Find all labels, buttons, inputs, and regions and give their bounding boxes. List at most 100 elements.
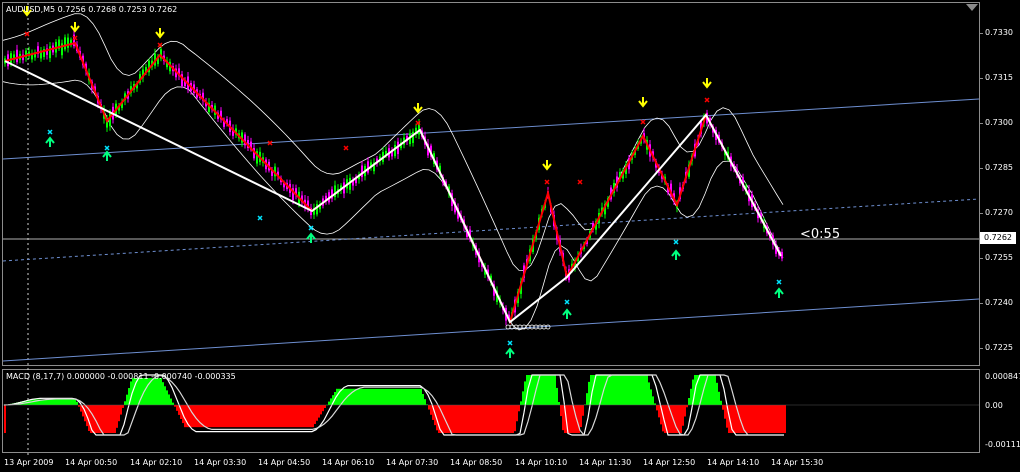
macd-histogram-bar: [580, 405, 582, 428]
macd-histogram-bar: [96, 405, 98, 433]
chart-shift-icon[interactable]: [966, 4, 978, 11]
macd-histogram-bar: [174, 405, 176, 407]
macd-histogram-bar: [384, 388, 386, 405]
buy-arrow-icon: [102, 150, 112, 161]
macd-histogram-bar: [296, 405, 298, 428]
macd-histogram-bar: [48, 399, 50, 405]
bottom-dot: [545, 324, 551, 330]
macd-histogram-bar: [542, 375, 544, 405]
macd-histogram-bar: [46, 399, 48, 405]
macd-histogram-bar: [376, 388, 378, 405]
price-bars: [4, 30, 783, 326]
macd-histogram-bar: [198, 405, 200, 428]
macd-histogram-bar: [612, 375, 614, 405]
macd-histogram-bar: [620, 375, 622, 405]
macd-histogram-bar: [362, 388, 364, 405]
chart-window: AUDUSD,M5 0.7256 0.7268 0.7253 0.7262 <0…: [0, 0, 1020, 472]
macd-histogram-bar: [452, 405, 454, 433]
macd-histogram-bar: [680, 405, 682, 433]
macd-histogram-bar: [484, 405, 486, 433]
macd-histogram-bar: [658, 405, 660, 418]
macd-histogram-bar: [546, 375, 548, 405]
macd-scale[interactable]: 0.000847 0.00 -0.00111: [980, 369, 1020, 453]
price-bar-body: [64, 37, 66, 50]
time-label: 14 Apr 15:30: [771, 458, 824, 467]
macd-histogram-bar: [776, 405, 778, 433]
price-bar-body: [49, 46, 51, 59]
macd-histogram-bar: [502, 405, 504, 433]
price-bar-body: [394, 144, 396, 157]
top-marker-icon: [640, 119, 646, 125]
macd-histogram-bar: [634, 375, 636, 405]
macd-histogram-bar: [760, 405, 762, 433]
macd-histogram-bar: [212, 405, 214, 428]
macd-histogram-bar: [714, 375, 716, 405]
macd-histogram-bar: [284, 405, 286, 428]
macd-histogram-bar: [638, 375, 640, 405]
macd-histogram-bar: [724, 405, 726, 419]
macd-histogram-bar: [716, 382, 718, 405]
bottom-marker-icon: [257, 215, 263, 221]
price-tick: 0.7240: [985, 298, 1013, 307]
macd-histogram-bar: [370, 388, 372, 405]
macd-histogram-bar: [758, 405, 760, 433]
price-tick: 0.7225: [985, 343, 1013, 352]
top-marker-icon: [544, 179, 550, 185]
macd-histogram-bar: [366, 388, 368, 405]
macd-histogram-bar: [122, 405, 124, 408]
macd-histogram-bar: [510, 405, 512, 433]
macd-histogram-bar: [108, 405, 110, 433]
macd-histogram-bar: [560, 405, 562, 417]
macd-histogram-bar: [682, 405, 684, 426]
bottom-marker-icon: [47, 129, 53, 135]
macd-histogram-bar: [498, 405, 500, 433]
price-tick: 0.7255: [985, 253, 1013, 262]
macd-histogram-bar: [518, 405, 520, 412]
macd-histogram-bar: [746, 405, 748, 433]
macd-histogram-bar: [470, 405, 472, 433]
macd-histogram-bar: [774, 405, 776, 433]
bar-timer-label: <0:55: [800, 227, 841, 242]
macd-histogram-bar: [588, 381, 590, 405]
macd-tick: -0.00111: [985, 440, 1020, 449]
macd-histogram-bar: [464, 405, 466, 433]
macd-histogram-bar: [398, 388, 400, 405]
macd-histogram-bar: [400, 388, 402, 405]
macd-histogram-bar: [562, 405, 564, 431]
macd-histogram-bar: [500, 405, 502, 433]
top-marker-icon: [343, 145, 349, 151]
macd-histogram-bar: [252, 405, 254, 428]
macd-histogram-bar: [404, 388, 406, 405]
macd-histogram-bar: [248, 405, 250, 428]
macd-histogram-bar: [544, 375, 546, 405]
macd-histogram-bar: [636, 375, 638, 405]
macd-histogram-bar: [618, 375, 620, 405]
macd-histogram-bar: [496, 405, 498, 433]
macd-histogram-bar: [610, 375, 612, 405]
channel-lower-line: [2, 298, 980, 362]
sell-arrow-icon: [702, 78, 712, 89]
bottom-dot: [505, 324, 511, 330]
time-label: 14 Apr 02:10: [130, 458, 183, 467]
price-scale[interactable]: 0.7330 0.7315 0.7300 0.7285 0.7270 0.725…: [980, 2, 1020, 366]
macd-histogram-bar: [628, 375, 630, 405]
macd-histogram-bar: [520, 401, 522, 405]
bottom-marker-icon: [673, 239, 679, 245]
macd-histogram-bar: [522, 391, 524, 405]
macd-histogram-bar: [254, 405, 256, 428]
macd-histogram-bar: [556, 387, 558, 405]
macd-histogram-bar: [60, 399, 62, 405]
macd-histogram-bar: [70, 399, 72, 405]
macd-histogram-bar: [648, 382, 650, 405]
zigzag-primary: [4, 60, 782, 324]
time-label: 14 Apr 07:30: [386, 458, 439, 467]
bollinger-bands: [2, 13, 784, 331]
price-tick: 0.7270: [985, 208, 1013, 217]
buy-arrow-icon: [774, 287, 784, 298]
top-marker-icon: [577, 179, 583, 185]
macd-histogram-bar: [488, 405, 490, 433]
macd-histogram-bar: [374, 388, 376, 405]
macd-tick: 0.00: [985, 401, 1003, 410]
top-marker-icon: [704, 97, 710, 103]
signal-markers: [22, 6, 784, 358]
